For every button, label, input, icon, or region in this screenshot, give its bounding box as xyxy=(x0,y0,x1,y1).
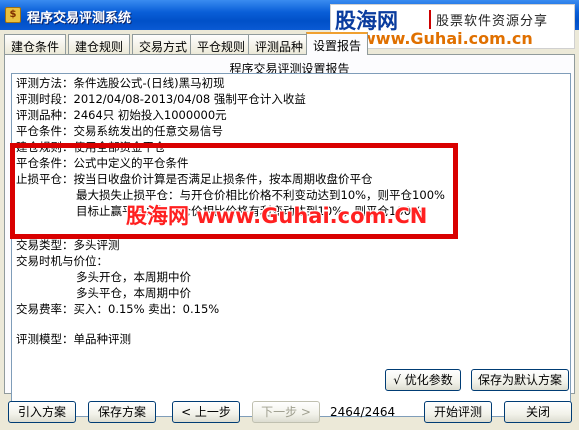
start-test-button[interactable]: 开始评测 xyxy=(424,401,492,423)
report-line: 平仓条件：交易系统发出的任意交易信号 xyxy=(16,124,223,138)
report-line: 多头开仓，本周期中价 xyxy=(76,270,191,284)
tab-close-rules[interactable]: 平仓规则 xyxy=(190,34,253,54)
report-line: 评测时段：2012/04/08-2013/04/08 强制平仓计入收益 xyxy=(16,92,306,106)
overlay-watermark: 股海网 www.Guhai.com.CN xyxy=(126,204,428,228)
report-line: 多头平仓，本周期中价 xyxy=(76,286,191,300)
save-default-button[interactable]: 保存为默认方案 xyxy=(471,369,569,391)
report-line: 评测模型：单品种评测 xyxy=(16,332,131,346)
save-scheme-button[interactable]: 保存方案 xyxy=(88,401,156,423)
app-icon: $ xyxy=(5,7,21,23)
report-line: 交易时机与价位： xyxy=(16,254,108,268)
logo-slogan: 股票软件资源分享 xyxy=(429,10,548,29)
tab-open-rules[interactable]: 建仓规则 xyxy=(68,34,131,54)
report-line: 评测方法：条件选股公式-(日线)黑马初现 xyxy=(16,76,225,90)
tab-test-symbols[interactable]: 评测品种 xyxy=(248,34,311,54)
tab-bar: 建仓条件 建仓规则 交易方式 平仓规则 评测品种 设置报告 xyxy=(4,32,575,55)
window-title: 程序交易评测系统 xyxy=(27,11,132,26)
report-line: 交易费率：买入：0.15% 卖出：0.15% xyxy=(16,302,220,316)
optimize-params-button[interactable]: √ 优化参数 xyxy=(385,369,461,391)
tab-open-conditions[interactable]: 建仓条件 xyxy=(4,34,67,54)
report-line: 交易类型：多头评测 xyxy=(16,238,120,252)
page-indicator: 2464/2464 xyxy=(330,405,396,419)
import-scheme-button[interactable]: 引入方案 xyxy=(8,401,76,423)
prev-step-button[interactable]: < 上一步 xyxy=(172,401,240,423)
tab-report[interactable]: 设置报告 xyxy=(306,32,369,55)
report-text-area[interactable]: 评测方法：条件选股公式-(日线)黑马初现 评测时段：2012/04/08-201… xyxy=(11,73,571,417)
report-line: 评测品种：2464只 初始投入1000000元 xyxy=(16,108,227,122)
tab-trade-mode[interactable]: 交易方式 xyxy=(132,34,195,54)
next-step-button[interactable]: 下一步 > xyxy=(252,401,320,423)
close-button[interactable]: 关闭 xyxy=(504,401,572,423)
